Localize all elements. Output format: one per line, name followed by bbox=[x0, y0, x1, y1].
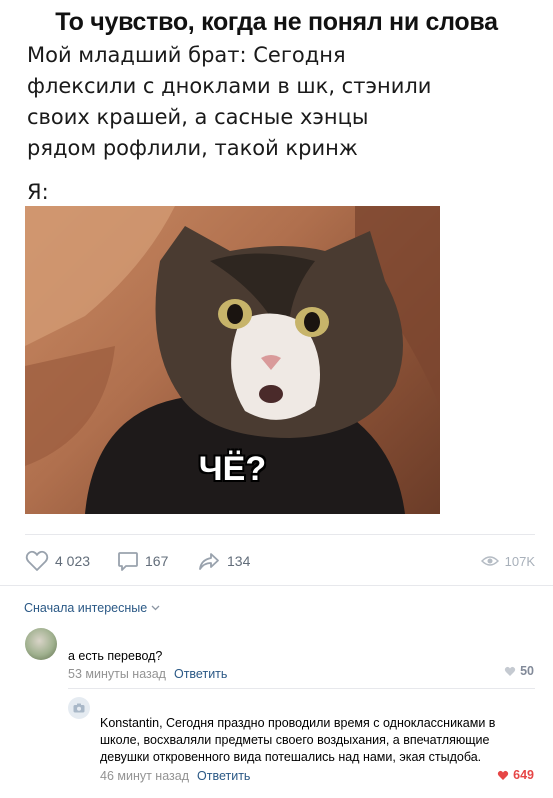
post-divider bbox=[25, 534, 535, 535]
comment-button[interactable]: 167 bbox=[117, 548, 168, 574]
post-text-me: Я: bbox=[27, 180, 49, 204]
comment-like-button[interactable]: 50 bbox=[504, 664, 534, 678]
comment-divider bbox=[68, 688, 535, 689]
meme-image[interactable]: ЧЁ? bbox=[25, 206, 440, 514]
comment-time[interactable]: 53 минуты назад bbox=[68, 667, 166, 681]
avatar[interactable] bbox=[25, 628, 57, 660]
avatar[interactable] bbox=[68, 697, 90, 719]
likes-count: 4 023 bbox=[55, 553, 91, 569]
views-counter: 107K bbox=[480, 548, 535, 574]
heart-icon bbox=[504, 666, 516, 676]
comments-sort-label: Сначала интересные bbox=[24, 601, 148, 615]
comment-like-button[interactable]: 649 bbox=[497, 768, 534, 782]
comment-meta: 53 минуты назад Ответить bbox=[68, 667, 227, 681]
share-button[interactable]: 134 bbox=[197, 548, 250, 574]
chevron-down-icon bbox=[151, 605, 160, 611]
like-button[interactable]: 4 023 bbox=[25, 548, 90, 574]
actions-divider bbox=[0, 585, 553, 586]
heart-icon bbox=[25, 550, 49, 571]
shares-count: 134 bbox=[227, 553, 251, 569]
post-actions: 4 023 167 134 107K bbox=[25, 548, 535, 574]
comment-text: а есть перевод? bbox=[68, 649, 163, 663]
comments-count: 167 bbox=[145, 553, 169, 569]
views-count: 107K bbox=[504, 553, 535, 569]
reply-link[interactable]: Ответить bbox=[197, 769, 250, 783]
camera-icon bbox=[73, 703, 85, 713]
post-text: Мой младший брат: Сегодня флексили с дно… bbox=[27, 43, 432, 160]
comment-like-count: 50 bbox=[520, 664, 534, 678]
heart-icon bbox=[497, 770, 509, 780]
comment-time[interactable]: 46 минут назад bbox=[100, 769, 189, 783]
post-title: То чувство, когда не понял ни слова bbox=[55, 8, 498, 36]
comment-like-count: 649 bbox=[513, 768, 534, 782]
meme-caption: ЧЁ? bbox=[198, 449, 267, 489]
eye-icon bbox=[480, 556, 499, 566]
comment-icon bbox=[118, 552, 138, 571]
reply-link[interactable]: Ответить bbox=[174, 667, 227, 681]
comments-sort-dropdown[interactable]: Сначала интересные bbox=[24, 601, 160, 615]
comment-text: Konstantin, Сегодня праздно проводили вр… bbox=[100, 716, 496, 764]
comment-meta: 46 минут назад Ответить bbox=[100, 769, 250, 783]
share-icon bbox=[199, 553, 219, 570]
